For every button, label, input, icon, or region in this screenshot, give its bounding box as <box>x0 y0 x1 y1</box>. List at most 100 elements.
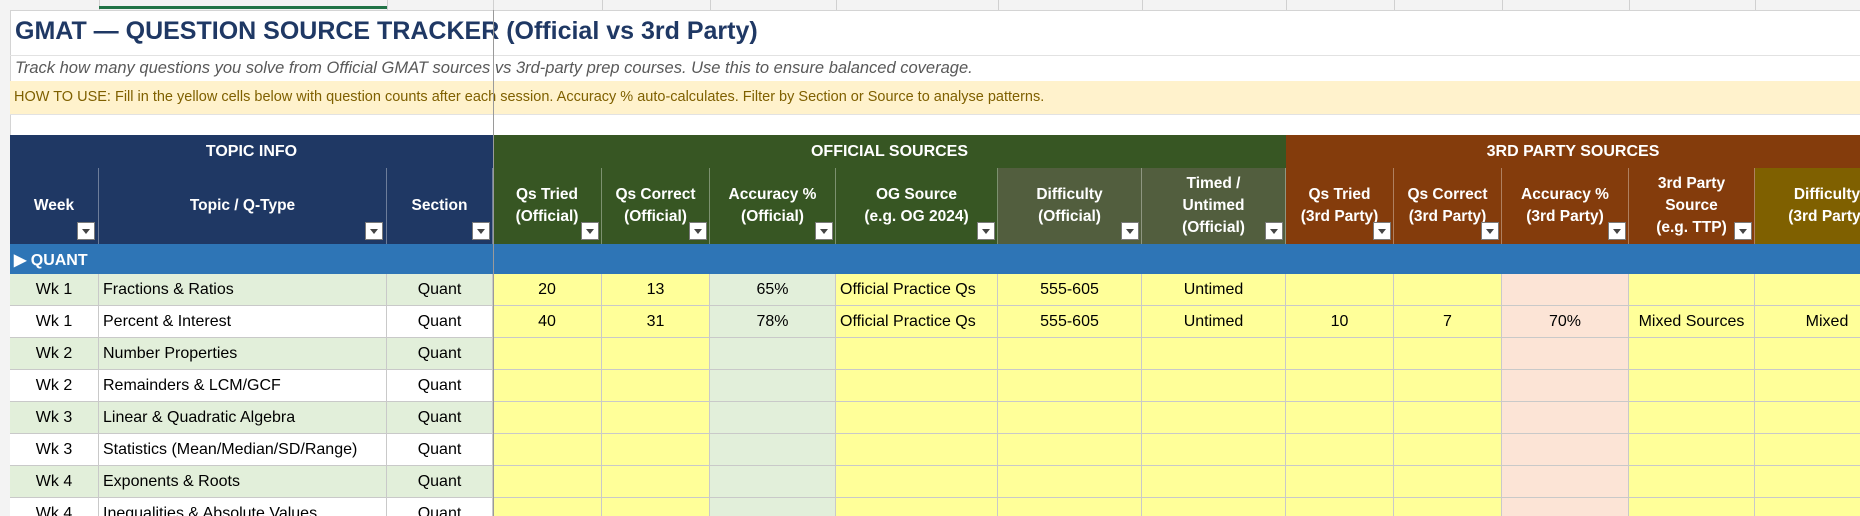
cell-og-source[interactable] <box>836 434 998 466</box>
cell-timed-official[interactable]: Untimed <box>1142 306 1286 338</box>
cell-qs-tried-official[interactable] <box>493 498 602 516</box>
cell-topic[interactable]: Remainders & LCM/GCF <box>99 370 387 402</box>
filter-dropdown-3rd-party-source[interactable] <box>1734 222 1752 240</box>
cell-topic[interactable]: Fractions & Ratios <box>99 274 387 306</box>
cell-topic[interactable]: Statistics (Mean/Median/SD/Range) <box>99 434 387 466</box>
cell-week[interactable]: Wk 1 <box>10 306 99 338</box>
cell-qs-tried-3rd-party[interactable] <box>1286 370 1394 402</box>
cell-accuracy-official[interactable] <box>710 338 836 370</box>
cell-qs-correct-official[interactable] <box>602 498 710 516</box>
cell-qs-tried-official[interactable]: 20 <box>493 274 602 306</box>
filter-dropdown-week[interactable] <box>77 222 95 240</box>
cell-timed-official[interactable] <box>1142 466 1286 498</box>
cell-accuracy-official[interactable] <box>710 466 836 498</box>
cell-qs-tried-official[interactable] <box>493 466 602 498</box>
cell-qs-tried-official[interactable] <box>493 338 602 370</box>
cell-qs-tried-3rd-party[interactable] <box>1286 274 1394 306</box>
filter-dropdown-qs-correct-3rd-party[interactable] <box>1481 222 1499 240</box>
cell-timed-official[interactable] <box>1142 370 1286 402</box>
cell-accuracy-official[interactable] <box>710 498 836 516</box>
cell-qs-tried-3rd-party[interactable] <box>1286 466 1394 498</box>
cell-week[interactable]: Wk 2 <box>10 338 99 370</box>
filter-dropdown-section[interactable] <box>472 222 490 240</box>
cell-timed-official[interactable]: Untimed <box>1142 274 1286 306</box>
cell-qs-tried-3rd-party[interactable] <box>1286 498 1394 516</box>
cell-difficulty-official[interactable] <box>998 498 1142 516</box>
cell-qs-correct-3rd-party[interactable] <box>1394 338 1502 370</box>
cell-section[interactable]: Quant <box>387 370 493 402</box>
filter-dropdown-qs-tried-official[interactable] <box>581 222 599 240</box>
cell-og-source[interactable]: Official Practice Qs <box>836 274 998 306</box>
cell-section[interactable]: Quant <box>387 306 493 338</box>
cell-qs-correct-3rd-party[interactable] <box>1394 498 1502 516</box>
cell-week[interactable]: Wk 1 <box>10 274 99 306</box>
cell-difficulty-official[interactable] <box>998 466 1142 498</box>
cell-qs-tried-official[interactable] <box>493 402 602 434</box>
filter-dropdown-difficulty-official[interactable] <box>1121 222 1139 240</box>
cell-qs-tried-3rd-party[interactable] <box>1286 434 1394 466</box>
cell-accuracy-3rd-party[interactable] <box>1502 434 1629 466</box>
cell-difficulty-3rd-party[interactable]: Mixed <box>1755 306 1860 338</box>
cell-topic[interactable]: Number Properties <box>99 338 387 370</box>
cell-timed-official[interactable] <box>1142 434 1286 466</box>
cell-timed-official[interactable] <box>1142 338 1286 370</box>
cell-accuracy-3rd-party[interactable] <box>1502 402 1629 434</box>
cell-difficulty-official[interactable] <box>998 402 1142 434</box>
cell-week[interactable]: Wk 4 <box>10 498 99 516</box>
cell-qs-correct-3rd-party[interactable] <box>1394 274 1502 306</box>
cell-qs-tried-official[interactable] <box>493 434 602 466</box>
cell-accuracy-3rd-party[interactable] <box>1502 370 1629 402</box>
cell-week[interactable]: Wk 3 <box>10 434 99 466</box>
cell-section[interactable]: Quant <box>387 466 493 498</box>
cell-difficulty-3rd-party[interactable] <box>1755 466 1860 498</box>
cell-3rd-party-source[interactable] <box>1629 274 1755 306</box>
cell-qs-tried-3rd-party[interactable]: 10 <box>1286 306 1394 338</box>
cell-qs-correct-official[interactable]: 31 <box>602 306 710 338</box>
cell-og-source[interactable] <box>836 402 998 434</box>
cell-og-source[interactable] <box>836 370 998 402</box>
cell-difficulty-official[interactable]: 555-605 <box>998 306 1142 338</box>
cell-section[interactable]: Quant <box>387 434 493 466</box>
cell-qs-correct-official[interactable] <box>602 338 710 370</box>
cell-3rd-party-source[interactable] <box>1629 402 1755 434</box>
cell-og-source[interactable]: Official Practice Qs <box>836 306 998 338</box>
cell-accuracy-3rd-party[interactable] <box>1502 498 1629 516</box>
cell-difficulty-official[interactable] <box>998 434 1142 466</box>
cell-og-source[interactable] <box>836 338 998 370</box>
cell-qs-correct-official[interactable] <box>602 434 710 466</box>
cell-accuracy-3rd-party[interactable]: 70% <box>1502 306 1629 338</box>
cell-3rd-party-source[interactable] <box>1629 466 1755 498</box>
cell-difficulty-3rd-party[interactable] <box>1755 274 1860 306</box>
cell-topic[interactable]: Inequalities & Absolute Values <box>99 498 387 516</box>
cell-section[interactable]: Quant <box>387 338 493 370</box>
cell-og-source[interactable] <box>836 466 998 498</box>
cell-difficulty-3rd-party[interactable] <box>1755 498 1860 516</box>
cell-timed-official[interactable] <box>1142 402 1286 434</box>
cell-difficulty-official[interactable]: 555-605 <box>998 274 1142 306</box>
cell-3rd-party-source[interactable] <box>1629 498 1755 516</box>
cell-qs-correct-3rd-party[interactable] <box>1394 466 1502 498</box>
cell-3rd-party-source[interactable] <box>1629 434 1755 466</box>
cell-accuracy-official[interactable] <box>710 434 836 466</box>
cell-qs-tried-3rd-party[interactable] <box>1286 402 1394 434</box>
filter-dropdown-accuracy-3rd-party[interactable] <box>1608 222 1626 240</box>
cell-3rd-party-source[interactable] <box>1629 338 1755 370</box>
section-header-quant[interactable]: ▶ QUANT <box>10 244 1860 274</box>
cell-3rd-party-source[interactable] <box>1629 370 1755 402</box>
cell-section[interactable]: Quant <box>387 498 493 516</box>
cell-section[interactable]: Quant <box>387 274 493 306</box>
cell-qs-correct-official[interactable] <box>602 466 710 498</box>
cell-difficulty-3rd-party[interactable] <box>1755 370 1860 402</box>
filter-dropdown-timed-official[interactable] <box>1265 222 1283 240</box>
cell-accuracy-official[interactable] <box>710 402 836 434</box>
filter-dropdown-topic[interactable] <box>365 222 383 240</box>
cell-week[interactable]: Wk 4 <box>10 466 99 498</box>
filter-dropdown-qs-tried-3rd-party[interactable] <box>1373 222 1391 240</box>
cell-qs-correct-3rd-party[interactable] <box>1394 370 1502 402</box>
filter-dropdown-og-source[interactable] <box>977 222 995 240</box>
cell-qs-correct-official[interactable] <box>602 402 710 434</box>
cell-accuracy-3rd-party[interactable] <box>1502 466 1629 498</box>
cell-qs-correct-3rd-party[interactable]: 7 <box>1394 306 1502 338</box>
cell-3rd-party-source[interactable]: Mixed Sources <box>1629 306 1755 338</box>
column-header-bar[interactable] <box>0 0 1860 11</box>
